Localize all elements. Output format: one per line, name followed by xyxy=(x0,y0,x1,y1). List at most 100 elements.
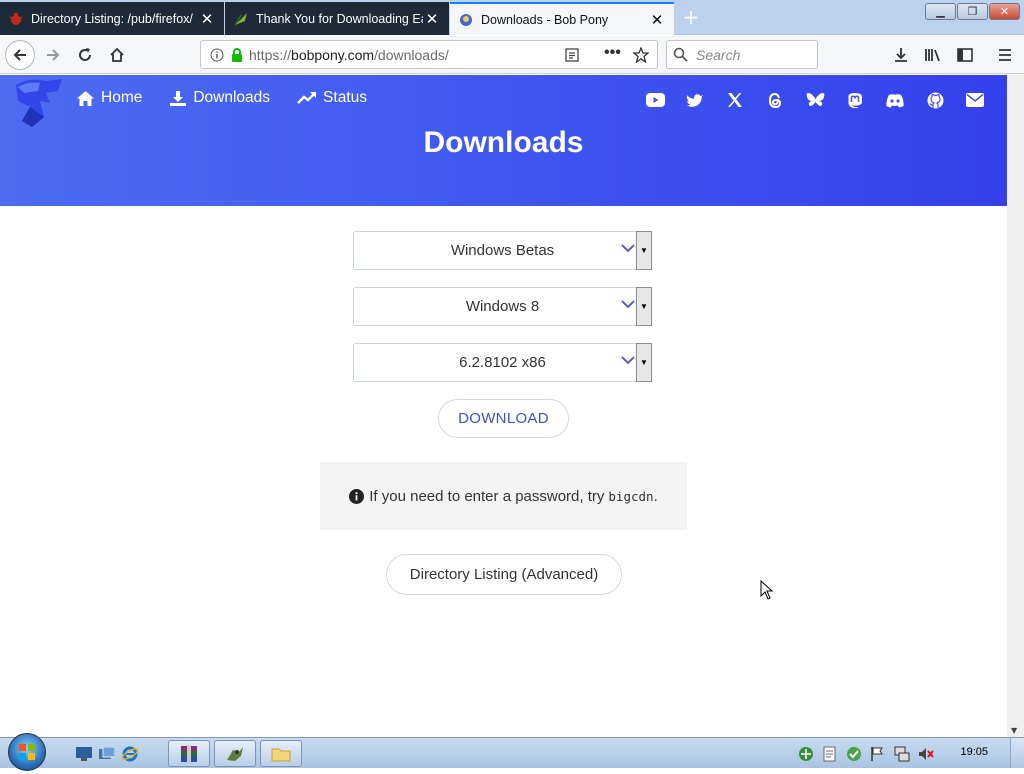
youtube-icon[interactable] xyxy=(644,89,666,111)
notice-period: . xyxy=(653,487,658,505)
tab-title: Downloads - Bob Pony xyxy=(481,12,609,27)
minimize-button[interactable]: ▁ xyxy=(925,3,956,20)
chevron-down-icon xyxy=(621,300,635,309)
email-icon[interactable] xyxy=(964,89,986,111)
close-tab-icon[interactable]: ✕ xyxy=(648,11,666,29)
password-code: bigcdn xyxy=(608,488,654,504)
sidebar-button[interactable] xyxy=(950,40,980,70)
search-placeholder: Search xyxy=(696,46,741,63)
reload-button[interactable] xyxy=(70,40,100,70)
new-tab-button[interactable]: + xyxy=(680,6,702,28)
tab-title: Thank You for Downloading Ea xyxy=(256,11,423,26)
switch-windows-icon[interactable] xyxy=(97,740,117,767)
site-header: Home Downloads Status Downloads xyxy=(0,75,1007,206)
start-button[interactable] xyxy=(8,733,46,771)
action-center-flag-icon[interactable] xyxy=(870,746,884,762)
nav-downloads[interactable]: Downloads xyxy=(169,89,270,107)
threads-icon[interactable] xyxy=(764,89,786,111)
url-host: bobpony.com xyxy=(291,46,375,63)
close-tab-icon[interactable]: ✕ xyxy=(423,10,441,28)
library-button[interactable] xyxy=(918,40,948,70)
taskbar-firefox[interactable] xyxy=(214,740,256,767)
volume-muted-icon[interactable] xyxy=(918,746,934,762)
download-icon xyxy=(170,90,187,106)
vertical-scrollbar[interactable]: ▼ xyxy=(1007,75,1024,737)
library-icon xyxy=(925,49,940,62)
winrar-icon xyxy=(181,744,197,763)
home-icon xyxy=(110,47,124,62)
close-tab-icon[interactable]: ✕ xyxy=(198,10,216,28)
page-actions-icon[interactable]: ••• xyxy=(604,44,621,62)
bluesky-icon[interactable] xyxy=(804,89,826,111)
page-content: Home Downloads Status Downloads Windows … xyxy=(0,75,1007,737)
arrow-right-icon xyxy=(47,49,60,61)
trending-up-icon xyxy=(297,92,317,104)
lock-icon xyxy=(232,47,242,62)
show-desktop-icon[interactable] xyxy=(74,740,94,767)
download-button[interactable]: DOWNLOAD xyxy=(438,399,569,438)
x-icon[interactable] xyxy=(724,89,746,111)
version-select[interactable]: Windows 8 ▼ xyxy=(353,287,652,326)
security-tray-icon[interactable] xyxy=(846,746,862,762)
close-window-button[interactable]: ✕ xyxy=(989,3,1020,20)
network-tray-icon[interactable] xyxy=(798,746,814,762)
reload-icon xyxy=(79,48,91,61)
password-notice: If you need to enter a password, try big… xyxy=(320,462,687,530)
downloads-button[interactable] xyxy=(886,40,916,70)
taskbar-explorer[interactable] xyxy=(260,740,302,767)
menu-button[interactable] xyxy=(990,40,1020,70)
bob-pony-logo-icon[interactable] xyxy=(10,77,64,129)
restore-button[interactable]: ❐ xyxy=(957,3,988,20)
url-text: https://bobpony.com/downloads/ xyxy=(249,47,449,63)
network-monitor-tray-icon[interactable] xyxy=(894,746,910,762)
build-select[interactable]: 6.2.8102 x86 ▼ xyxy=(353,343,652,382)
github-icon[interactable] xyxy=(924,89,946,111)
clock[interactable]: 19:05 xyxy=(960,746,988,758)
tab-directory-listing[interactable]: Directory Listing: /pub/firefox/ ✕ xyxy=(0,2,224,35)
scroll-down-arrow-icon[interactable]: ▼ xyxy=(1011,726,1017,735)
document-tray-icon[interactable] xyxy=(823,746,837,762)
url-path: /downloads/ xyxy=(374,46,449,63)
reader-view-icon[interactable] xyxy=(565,48,579,62)
version-select-value: Windows 8 xyxy=(465,298,540,315)
back-button[interactable] xyxy=(5,40,35,70)
search-input[interactable]: Search xyxy=(666,40,818,69)
category-select-value: Windows Betas xyxy=(450,242,555,259)
bug-favicon-icon xyxy=(9,12,23,25)
tab-downloads-bob-pony[interactable]: Downloads - Bob Pony ✕ xyxy=(450,2,674,35)
category-select[interactable]: Windows Betas ▼ xyxy=(353,231,652,270)
directory-listing-button[interactable]: Directory Listing (Advanced) xyxy=(386,554,622,595)
dropdown-arrow-icon[interactable]: ▼ xyxy=(636,343,652,382)
discord-icon[interactable] xyxy=(884,89,906,111)
leaf-favicon-icon xyxy=(234,12,247,25)
pony-favicon-icon xyxy=(460,13,472,26)
firefox-icon xyxy=(227,746,243,761)
nav-home[interactable]: Home xyxy=(76,89,142,107)
internet-explorer-icon[interactable] xyxy=(120,740,140,767)
notice-text: If you need to enter a password, try xyxy=(369,487,605,505)
info-circle-icon xyxy=(349,488,365,504)
download-arrow-icon xyxy=(895,48,907,62)
mastodon-icon[interactable] xyxy=(844,89,866,111)
bookmark-star-icon[interactable] xyxy=(633,47,649,63)
navigation-toolbar: https://bobpony.com/downloads/ ••• Searc… xyxy=(0,36,1024,74)
tab-title: Directory Listing: /pub/firefox/ xyxy=(31,11,193,26)
search-icon xyxy=(673,47,688,62)
arrow-left-icon xyxy=(13,49,26,61)
dropdown-arrow-icon[interactable]: ▼ xyxy=(636,287,652,326)
social-links xyxy=(626,89,986,111)
nav-home-label: Home xyxy=(101,89,143,106)
nav-status[interactable]: Status xyxy=(297,89,367,107)
tab-thank-you[interactable]: Thank You for Downloading Ea ✕ xyxy=(225,2,449,35)
chevron-down-icon xyxy=(621,356,635,365)
show-desktop-button[interactable] xyxy=(1010,738,1024,768)
forward-button[interactable] xyxy=(38,40,68,70)
dropdown-arrow-icon[interactable]: ▼ xyxy=(636,231,652,270)
home-button[interactable] xyxy=(102,40,132,70)
taskbar-winrar[interactable] xyxy=(168,740,210,767)
taskbar: 19:05 xyxy=(0,733,1024,771)
site-navigation: Home Downloads Status xyxy=(76,89,394,107)
twitter-icon[interactable] xyxy=(684,89,706,111)
sidebar-icon xyxy=(957,48,973,62)
address-bar[interactable]: https://bobpony.com/downloads/ ••• xyxy=(200,40,658,69)
